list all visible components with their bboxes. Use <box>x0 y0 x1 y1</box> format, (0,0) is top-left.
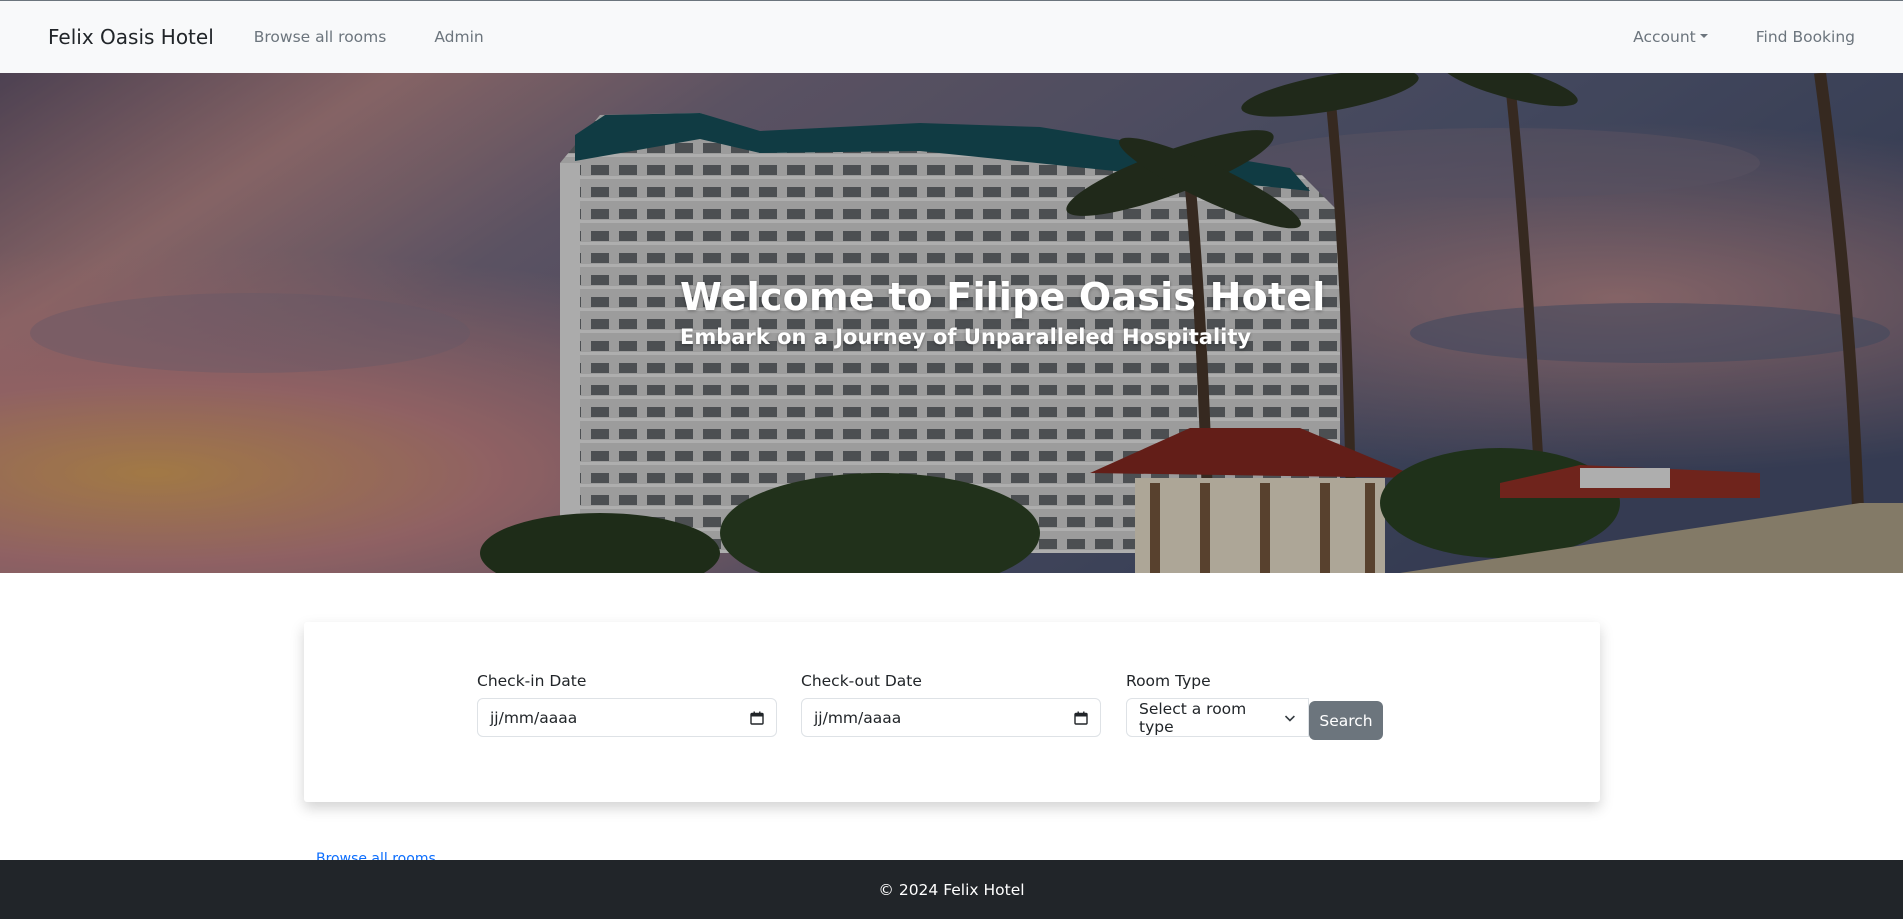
calendar-icon[interactable] <box>1074 711 1088 725</box>
nav-browse-rooms-link[interactable]: Browse all rooms <box>254 28 387 46</box>
brand-link[interactable]: Felix Oasis Hotel <box>48 25 214 49</box>
room-type-selected-value: Select a room type <box>1139 699 1247 736</box>
room-type-label: Room Type <box>1126 672 1211 690</box>
nav-admin-link[interactable]: Admin <box>434 28 483 46</box>
hero-title: Welcome to Filipe Oasis Hotel <box>680 275 1326 319</box>
account-label: Account <box>1633 28 1696 46</box>
caret-down-icon <box>1699 33 1708 38</box>
find-booking-link[interactable]: Find Booking <box>1756 28 1855 46</box>
hero-banner: Welcome to Filipe Oasis Hotel Embark on … <box>0 73 1903 573</box>
search-form-card: Check-in Date jj/mm/aaaa Check-out Date … <box>304 622 1600 802</box>
account-dropdown[interactable]: Account <box>1633 28 1708 46</box>
room-type-select[interactable]: Select a room type <box>1126 698 1309 737</box>
checkout-field-group: Check-out Date jj/mm/aaaa <box>801 672 1101 737</box>
checkin-field-group: Check-in Date jj/mm/aaaa <box>477 672 777 737</box>
hero-text-block: Welcome to Filipe Oasis Hotel Embark on … <box>680 275 1325 349</box>
top-navbar: Felix Oasis Hotel Browse all rooms Admin… <box>0 0 1903 73</box>
room-type-field-group: Room Type Select a room type <box>1126 672 1309 737</box>
nav-right-group: Account Find Booking <box>1585 28 1855 46</box>
hero-subtitle: Embark on a Journey of Unparalleled Hosp… <box>680 324 1252 349</box>
search-button[interactable]: Search <box>1309 701 1383 740</box>
footer-copyright: © 2024 Felix Hotel <box>878 880 1025 899</box>
checkin-label: Check-in Date <box>477 672 587 690</box>
footer: © 2024 Felix Hotel <box>0 860 1903 919</box>
checkin-date-value: jj/mm/aaaa <box>490 708 578 727</box>
checkin-date-input[interactable]: jj/mm/aaaa <box>477 698 777 737</box>
checkout-date-value: jj/mm/aaaa <box>814 708 902 727</box>
checkout-label: Check-out Date <box>801 672 922 690</box>
calendar-icon[interactable] <box>750 711 764 725</box>
checkout-date-input[interactable]: jj/mm/aaaa <box>801 698 1101 737</box>
chevron-down-icon <box>1285 714 1296 722</box>
